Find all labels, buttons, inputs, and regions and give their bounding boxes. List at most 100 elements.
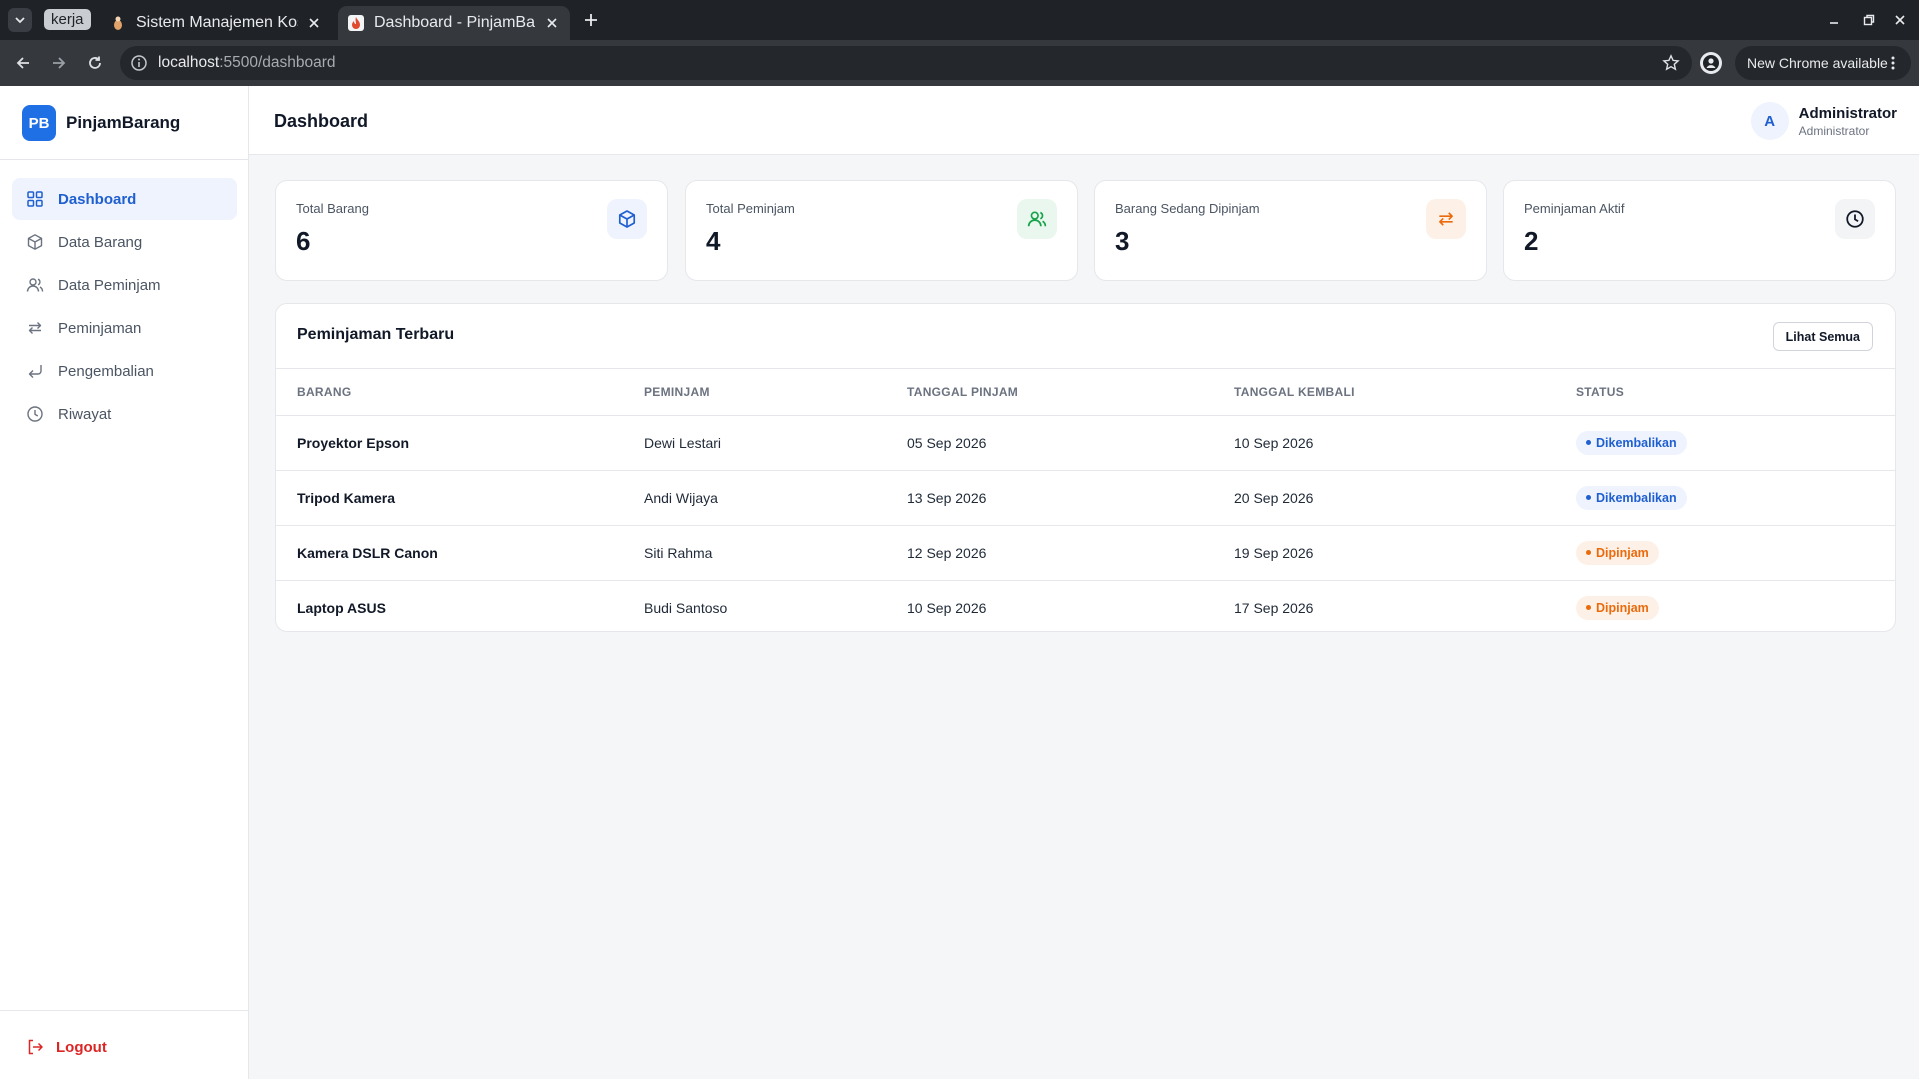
card-header: Peminjaman Terbaru Lihat Semua — [276, 304, 1895, 369]
address-bar[interactable]: localhost:5500/dashboard — [120, 46, 1692, 80]
profile-avatar-icon[interactable] — [1700, 52, 1722, 74]
grid-icon — [27, 191, 43, 207]
cell-return-date: 10 Sep 2026 — [1234, 415, 1576, 471]
stat-badge — [1835, 199, 1875, 239]
see-all-button[interactable]: Lihat Semua — [1772, 322, 1873, 351]
back-button[interactable] — [11, 51, 35, 75]
reload-icon — [89, 56, 101, 69]
close-window-button[interactable] — [1890, 10, 1910, 30]
tab-title: Sistem Manajemen Kos — [136, 14, 298, 31]
table-row[interactable]: Laptop ASUS Budi Santoso 10 Sep 2026 17 … — [276, 580, 1895, 631]
swap-icon — [1439, 212, 1453, 226]
cell-status: Dipinjam — [1576, 525, 1895, 581]
column-header[interactable]: PEMINJAM — [644, 369, 907, 416]
logout-button[interactable]: Logout — [26, 1038, 107, 1056]
tab-search-button[interactable] — [8, 8, 32, 32]
avatar: A — [1750, 102, 1789, 140]
cell-borrower: Siti Rahma — [644, 525, 907, 581]
cell-status: Dipinjam — [1576, 580, 1895, 631]
return-icon — [28, 365, 42, 378]
logout-icon — [28, 1039, 43, 1055]
sidebar-item-peminjaman[interactable]: Peminjaman — [12, 307, 237, 349]
cell-status: Dikembalikan — [1576, 415, 1895, 471]
chrome-update-button[interactable]: New Chrome available — [1735, 46, 1911, 80]
stat-badge — [1017, 199, 1057, 239]
user-name: Administrator — [1798, 104, 1897, 122]
logout-label: Logout — [56, 1038, 107, 1056]
browser-tab-kos[interactable]: Sistem Manajemen Kos — [100, 6, 332, 40]
cell-return-date: 19 Sep 2026 — [1234, 525, 1576, 581]
box-icon — [27, 234, 43, 250]
arrow-left-icon — [16, 57, 29, 69]
sidebar-item-label: Dashboard — [58, 190, 137, 208]
cell-borrow-date: 10 Sep 2026 — [907, 599, 987, 616]
cell-item: Tripod Kamera — [276, 470, 644, 526]
info-icon[interactable] — [130, 54, 148, 72]
reload-button[interactable] — [83, 51, 107, 75]
status-badge: Dipinjam — [1576, 540, 1659, 565]
browser-tab-dashboard[interactable]: Dashboard - PinjamBarang — [338, 6, 570, 40]
sidebar-item-data-peminjam[interactable]: Data Peminjam — [12, 264, 237, 306]
sidebar-item-label: Pengembalian — [58, 362, 154, 380]
status-dot — [1586, 440, 1591, 445]
tab-group-chip[interactable]: kerja — [44, 9, 91, 30]
stat-value: 6 — [296, 226, 311, 256]
stat-value: 4 — [706, 226, 721, 256]
cell-item: Proyektor Epson — [276, 415, 644, 471]
cell-borrower: Budi Santoso — [644, 599, 728, 616]
cell-borrower: Andi Wijaya — [644, 470, 907, 526]
favicon-icon — [110, 15, 126, 31]
stat-label: Total Barang — [296, 201, 369, 216]
sidebar-item-label: Riwayat — [58, 405, 112, 423]
clock-icon — [27, 406, 43, 422]
sidebar-item-pengembalian[interactable]: Pengembalian — [12, 350, 237, 392]
browser-toolbar: localhost:5500/dashboard New Chrome avai… — [0, 40, 1919, 86]
update-label: New Chrome available — [1747, 55, 1888, 71]
status-badge: Dipinjam — [1576, 595, 1659, 620]
chevron-down-icon — [15, 17, 25, 24]
cell-borrow-date: 05 Sep 2026 — [907, 415, 1234, 471]
stat-card-total-barang: Total Barang 6 — [275, 180, 668, 281]
brand-logo: PB — [22, 105, 56, 141]
cell-return-date: 20 Sep 2026 — [1234, 470, 1576, 526]
table-header-row: BARANG PEMINJAM TANGGAL PINJAM TANGGAL K… — [276, 369, 1895, 416]
close-icon[interactable] — [306, 15, 322, 31]
stat-badge — [607, 199, 647, 239]
stat-label: Barang Sedang Dipinjam — [1115, 201, 1260, 216]
bookmark-star-icon[interactable] — [1662, 54, 1680, 72]
cell-return-date: 17 Sep 2026 — [1234, 599, 1314, 616]
sidebar-nav: Dashboard Data Barang Data Peminjam Pemi… — [12, 178, 237, 436]
box-icon — [618, 210, 636, 228]
restore-button[interactable] — [1859, 10, 1879, 30]
new-tab-button[interactable] — [580, 9, 602, 31]
column-header[interactable]: TANGGAL PINJAM — [907, 369, 1234, 416]
sidebar-item-label: Data Barang — [58, 233, 143, 251]
arrow-right-icon — [53, 57, 66, 69]
user-menu[interactable]: A Administrator Administrator — [1750, 102, 1897, 140]
table-row[interactable]: Kamera DSLR Canon Siti Rahma 12 Sep 2026… — [276, 525, 1895, 581]
sidebar-item-riwayat[interactable]: Riwayat — [12, 393, 237, 435]
users-icon — [1027, 211, 1047, 227]
stat-value: 3 — [1115, 226, 1130, 256]
clock-icon — [1846, 210, 1864, 228]
minimize-button[interactable] — [1824, 10, 1844, 30]
brand: PB PinjamBarang — [0, 86, 248, 160]
close-icon[interactable] — [544, 15, 560, 31]
status-dot — [1586, 605, 1591, 611]
cell-borrow-date: 13 Sep 2026 — [907, 470, 1234, 526]
status-badge: Dikembalikan — [1576, 430, 1687, 455]
sidebar-item-data-barang[interactable]: Data Barang — [12, 221, 237, 263]
column-header[interactable]: STATUS — [1576, 369, 1895, 416]
column-header[interactable]: BARANG — [276, 369, 644, 416]
url-text: localhost:5500/dashboard — [158, 54, 336, 71]
recent-loans-card: Peminjaman Terbaru Lihat Semua BARANG PE… — [275, 303, 1896, 632]
user-role: Administrator — [1798, 123, 1870, 138]
forward-button[interactable] — [47, 51, 71, 75]
table-row[interactable]: Proyektor Epson Dewi Lestari 05 Sep 2026… — [276, 415, 1895, 471]
recent-loans-table: BARANG PEMINJAM TANGGAL PINJAM TANGGAL K… — [276, 369, 1895, 631]
sidebar: PB PinjamBarang Dashboard Data Barang Da… — [0, 86, 249, 1079]
sidebar-item-dashboard[interactable]: Dashboard — [12, 178, 237, 220]
stat-label: Peminjaman Aktif — [1524, 201, 1625, 216]
column-header[interactable]: TANGGAL KEMBALI — [1234, 369, 1576, 416]
table-row[interactable]: Tripod Kamera Andi Wijaya 13 Sep 2026 20… — [276, 470, 1895, 526]
